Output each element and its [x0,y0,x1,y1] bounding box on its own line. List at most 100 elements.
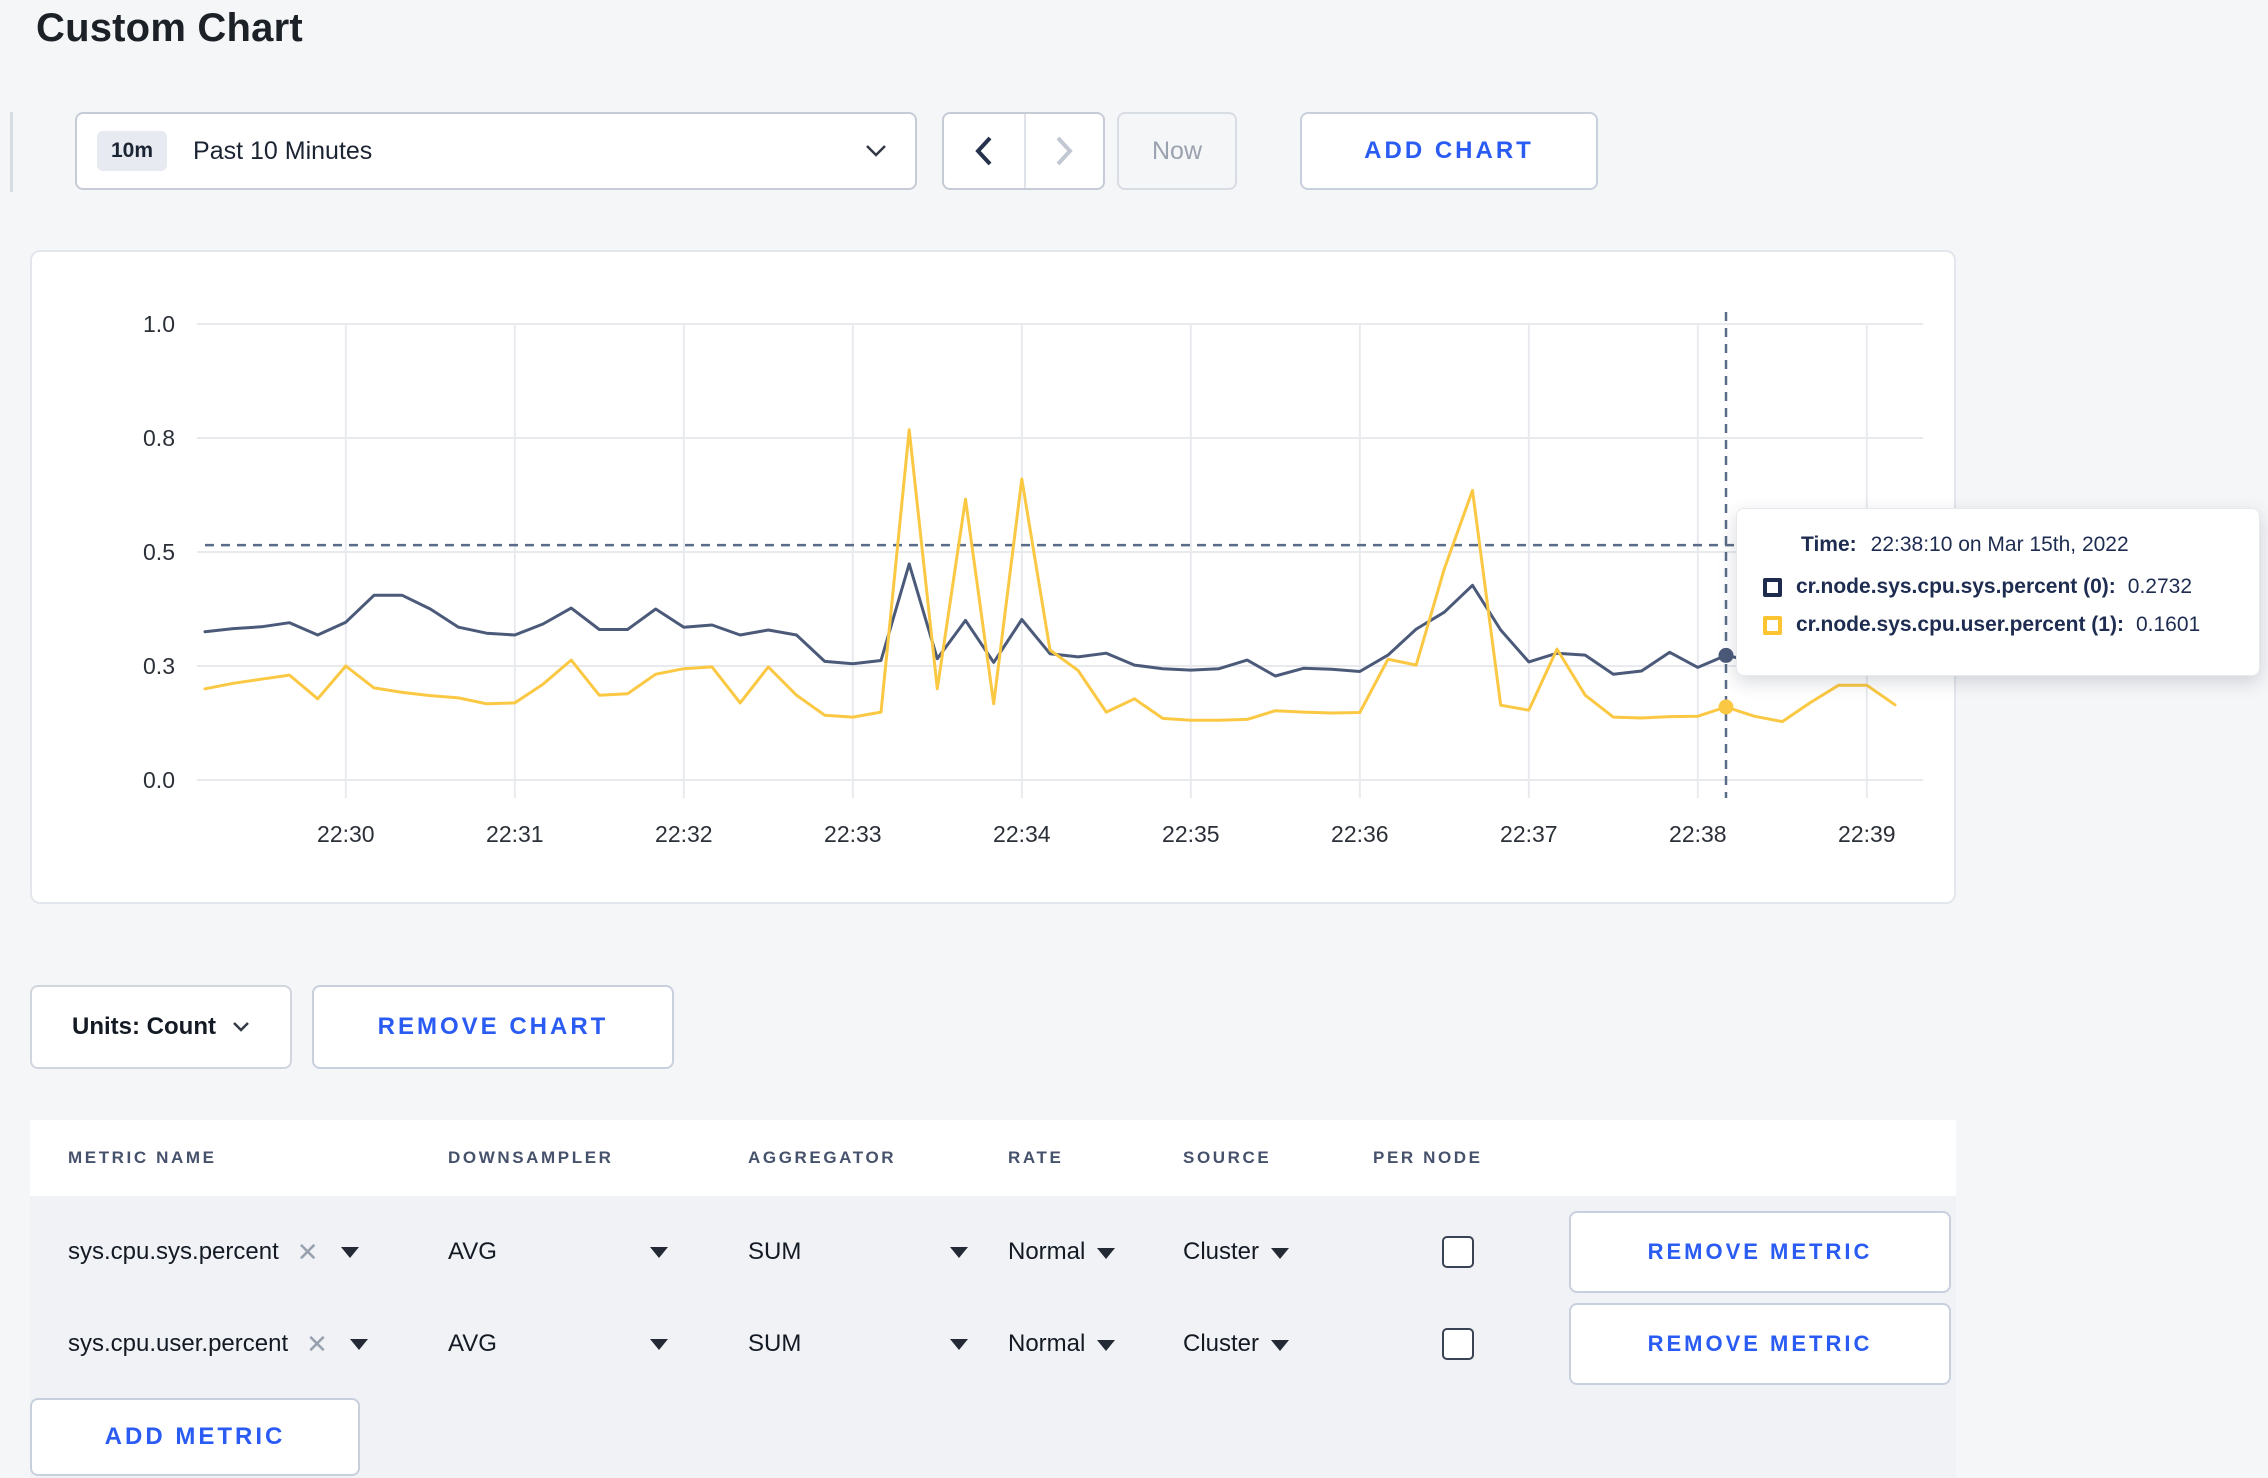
y-axis-tick-label: 0.8 [143,425,175,451]
time-range-label: Past 10 Minutes [193,136,373,165]
hover-point-dot [1718,699,1734,715]
hover-point-dot [1718,647,1734,663]
y-axis-tick-label: 1.0 [143,311,175,337]
x-axis-tick-label: 22:39 [1838,821,1896,847]
sys-series-swatch-icon [1763,577,1782,597]
caret-down-icon [1097,1340,1116,1351]
now-button[interactable]: Now [1117,112,1237,190]
remove-metric-button[interactable]: REMOVE METRIC [1569,1303,1951,1385]
y-axis-tick-label: 0.0 [143,767,175,793]
caret-down-icon [950,1338,968,1350]
column-header: RATE [1008,1148,1064,1167]
metrics-table: METRIC NAME DOWNSAMPLER AGGREGATOR RATE SOUR… [0,1120,2268,1478]
time-pager [942,112,1105,190]
per-node-checkbox[interactable] [1442,1236,1474,1268]
series-line [203,562,1897,678]
chevron-right-icon [1056,136,1073,166]
column-header: PER NODE [1373,1148,1483,1167]
rate-select[interactable]: Normal [1008,1330,1183,1358]
rate-value: Normal [1008,1238,1086,1265]
x-axis-tick-label: 22:32 [655,821,713,847]
x-axis-tick-label: 22:33 [824,821,882,847]
metric-name-cell: sys.cpu.sys.percent ✕ [68,1238,448,1266]
y-axis-tick-label: 0.5 [143,539,175,565]
metrics-table-header: METRIC NAME DOWNSAMPLER AGGREGATOR RATE SOUR… [30,1120,1956,1196]
tooltip-series-name: cr.node.sys.cpu.user.percent (1): [1796,613,2124,636]
timeseries-chart[interactable]: 0.0 0.3 0.5 0.8 1.0 22:30 22:31 22:32 22:33 22:34… [32,252,1954,902]
prev-time-button[interactable] [944,114,1024,188]
aggregator-select[interactable]: SUM [748,1238,968,1266]
metric-name: sys.cpu.user.percent [68,1330,289,1357]
remove-chart-button[interactable]: REMOVE CHART [312,985,674,1069]
metric-dropdown-caret-icon[interactable] [340,1246,359,1258]
downsampler-value: AVG [448,1330,497,1357]
downsampler-select[interactable]: AVG [448,1330,668,1358]
units-select[interactable]: Units: Count [30,985,292,1069]
user-series-swatch-icon [1763,615,1782,635]
metric-actions-cell: REMOVE METRIC [1543,1211,1956,1293]
aggregator-value: SUM [748,1238,802,1265]
column-header: METRIC NAME [68,1148,217,1167]
tooltip-series-value: 0.1601 [2135,613,2201,636]
tooltip-time-label: Time: [1801,533,1857,556]
metric-name: sys.cpu.sys.percent [68,1238,279,1265]
tooltip-series-row: cr.node.sys.cpu.user.percent (1): 0.1601 [1763,613,2233,637]
caret-down-icon [1271,1248,1290,1259]
tooltip-series-row: cr.node.sys.cpu.sys.percent (0): 0.2732 [1763,575,2233,599]
chart-tooltip: Time: 22:38:10 on Mar 15th, 2022 cr.node.… [1736,508,2260,676]
remove-metric-x-icon[interactable]: ✕ [306,1331,328,1357]
x-axis-tick-label: 22:31 [486,821,544,847]
source-value: Cluster [1183,1330,1260,1357]
aggregator-select[interactable]: SUM [748,1330,968,1358]
chart-card: 0.0 0.3 0.5 0.8 1.0 22:30 22:31 22:32 22:33 22:34… [30,250,1956,904]
x-axis-tick-label: 22:38 [1669,821,1727,847]
chevron-down-icon [865,144,887,158]
series-line [203,428,1897,724]
caret-down-icon [950,1246,968,1258]
column-header: SOURCE [1183,1148,1272,1167]
caret-down-icon [1097,1248,1116,1259]
x-axis-tick-label: 22:30 [317,821,375,847]
metric-row: sys.cpu.sys.percent ✕ AVG SUM Normal Clu… [68,1206,1956,1298]
metric-name-cell: sys.cpu.user.percent ✕ [68,1330,448,1358]
custom-chart-page: Custom Chart 10m Past 10 Minutes Now ADD… [0,0,2268,1478]
aggregator-value: SUM [748,1330,802,1357]
x-axis-tick-label: 22:36 [1331,821,1389,847]
toolbar-divider [10,112,13,192]
source-select[interactable]: Cluster [1183,1330,1373,1358]
remove-metric-x-icon[interactable]: ✕ [297,1239,319,1265]
remove-metric-button[interactable]: REMOVE METRIC [1569,1211,1951,1293]
tooltip-series-name: cr.node.sys.cpu.sys.percent (0): [1796,575,2116,598]
x-axis-tick-label: 22:34 [993,821,1051,847]
downsampler-select[interactable]: AVG [448,1238,668,1266]
next-time-button[interactable] [1023,114,1104,188]
y-axis-tick-label: 0.3 [143,653,175,679]
per-node-checkbox[interactable] [1442,1328,1474,1360]
caret-down-icon [1271,1340,1290,1351]
add-chart-button[interactable]: ADD CHART [1300,112,1598,190]
rate-select[interactable]: Normal [1008,1238,1183,1266]
metric-row: sys.cpu.user.percent ✕ AVG SUM Normal Cl… [68,1298,1956,1390]
chevron-left-icon [975,136,992,166]
source-value: Cluster [1183,1238,1260,1265]
x-axis-tick-label: 22:35 [1162,821,1220,847]
metric-dropdown-caret-icon[interactable] [349,1338,368,1350]
per-node-cell [1373,1328,1543,1360]
tooltip-time-row: Time: 22:38:10 on Mar 15th, 2022 [1801,533,2233,557]
tooltip-series-value: 0.2732 [2127,575,2193,598]
rate-value: Normal [1008,1330,1086,1357]
caret-down-icon [650,1338,668,1350]
metric-actions-cell: REMOVE METRIC [1543,1303,1956,1385]
source-select[interactable]: Cluster [1183,1238,1373,1266]
units-label: Units: Count [72,1013,216,1040]
caret-down-icon [650,1246,668,1258]
column-header: DOWNSAMPLER [448,1148,614,1167]
time-range-select[interactable]: 10m Past 10 Minutes [75,112,917,190]
downsampler-value: AVG [448,1238,497,1265]
metrics-table-body: sys.cpu.sys.percent ✕ AVG SUM Normal Clu… [30,1196,1956,1478]
per-node-cell [1373,1236,1543,1268]
tooltip-time-value: 22:38:10 on Mar 15th, 2022 [1870,533,2129,556]
x-axis-tick-label: 22:37 [1500,821,1558,847]
add-metric-button[interactable]: ADD METRIC [30,1398,360,1476]
time-range-badge: 10m [97,131,168,171]
